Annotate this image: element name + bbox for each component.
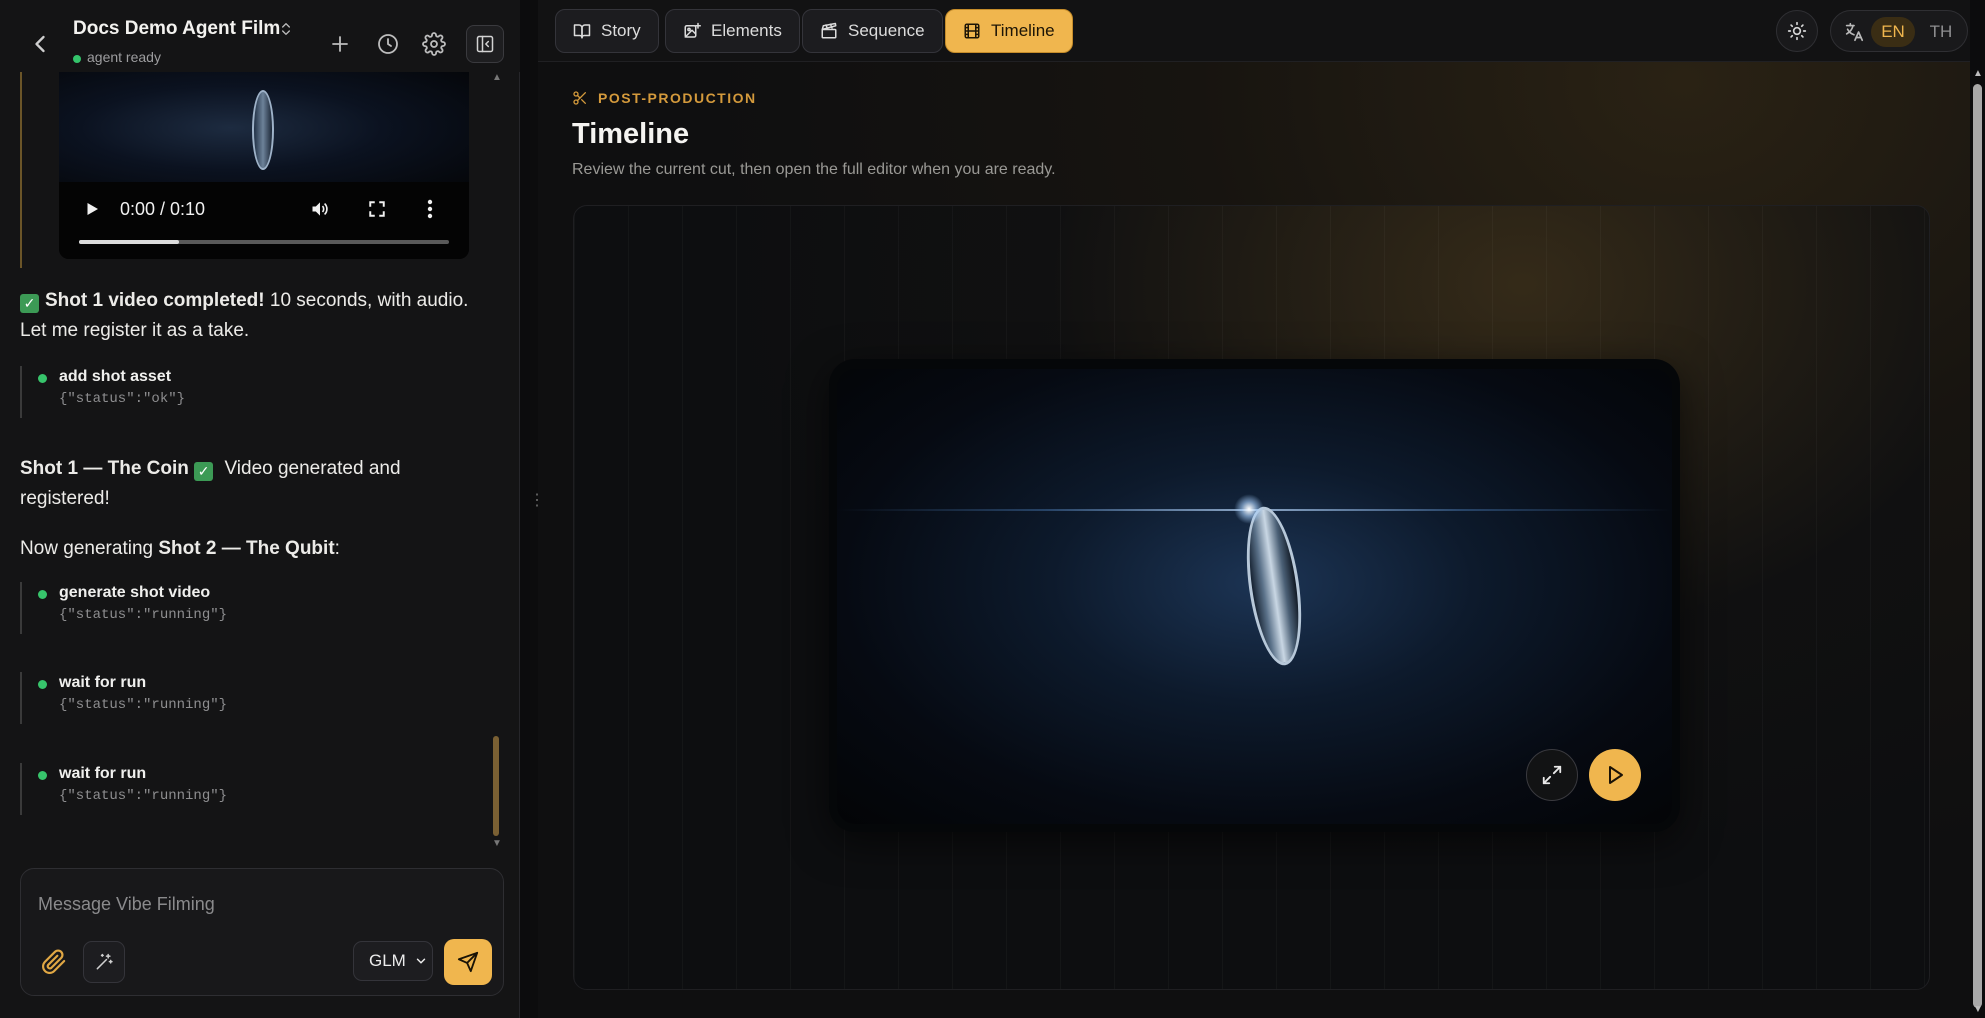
message-bold: Shot 1 — The Coin <box>20 458 189 479</box>
back-button[interactable] <box>26 30 54 58</box>
tool-result: {"status":"ok"} <box>59 391 186 407</box>
video-progress-track[interactable] <box>79 240 449 244</box>
message-composer: GLM <box>20 868 504 996</box>
tool-call: wait for run {"status":"running"} <box>20 672 500 724</box>
language-en-button[interactable]: EN <box>1871 17 1915 47</box>
status-dot <box>38 590 47 599</box>
theme-toggle-button[interactable] <box>1776 10 1818 52</box>
tab-label: Story <box>601 21 641 40</box>
tab-label: Elements <box>711 21 782 40</box>
chat-header: Docs Demo Agent Film agent ready <box>0 0 520 72</box>
sun-icon <box>1787 21 1807 41</box>
model-label: GLM <box>369 951 406 970</box>
chevron-updown-icon[interactable] <box>278 19 294 39</box>
tool-name: wait for run <box>59 674 147 691</box>
message-text: Now generating <box>20 538 159 559</box>
tool-name: generate shot video <box>59 584 211 601</box>
video-player[interactable]: 0:00 / 0:10 <box>59 72 469 259</box>
tool-result: {"status":"running"} <box>59 788 228 804</box>
film-icon <box>964 23 980 39</box>
language-th-button[interactable]: TH <box>1921 17 1961 47</box>
collapse-panel-button[interactable] <box>466 25 504 63</box>
top-navigation: Story Elements Sequence Timeline EN TH <box>538 0 1970 62</box>
chat-panel: Docs Demo Agent Film agent ready 0:00 / … <box>0 0 520 1018</box>
tab-sequence[interactable]: Sequence <box>802 9 943 53</box>
tool-call: add shot asset {"status":"ok"} <box>20 366 500 418</box>
message-accent-line <box>20 72 22 268</box>
scissors-icon <box>572 90 588 106</box>
settings-gear-icon[interactable] <box>422 32 446 56</box>
language-switcher: EN TH <box>1830 10 1968 52</box>
translate-icon <box>1843 21 1865 43</box>
scroll-up-arrow-icon[interactable]: ▲ <box>1973 68 1983 79</box>
page-subtitle: Review the current cut, then open the fu… <box>572 161 1056 178</box>
app-root: Docs Demo Agent Film agent ready 0:00 / … <box>0 0 1985 1018</box>
send-button[interactable] <box>444 939 492 985</box>
tool-name: wait for run <box>59 765 147 782</box>
coin-image <box>1238 503 1310 669</box>
project-title[interactable]: Docs Demo Agent Film <box>73 18 280 40</box>
coin-image <box>252 90 274 170</box>
more-options-icon[interactable] <box>427 199 433 219</box>
tool-result: {"status":"running"} <box>59 607 228 623</box>
video-time: 0:00 / 0:10 <box>120 199 206 219</box>
tool-name: add shot asset <box>59 368 172 385</box>
status-dot <box>38 374 47 383</box>
scrollbar-thumb[interactable] <box>1973 84 1982 1008</box>
tab-timeline[interactable]: Timeline <box>945 9 1073 53</box>
tab-label: Sequence <box>848 21 925 40</box>
play-icon <box>1609 766 1623 784</box>
message-text: : <box>334 538 340 559</box>
attach-paperclip-icon[interactable] <box>41 949 69 977</box>
fullscreen-icon[interactable] <box>368 200 386 218</box>
tool-call: wait for run {"status":"running"} <box>20 763 500 815</box>
scrollbar-thumb[interactable] <box>493 736 499 836</box>
volume-icon[interactable] <box>309 199 331 219</box>
history-clock-icon[interactable] <box>376 32 400 56</box>
video-progress-fill <box>79 240 179 244</box>
model-select[interactable]: GLM <box>353 941 433 981</box>
main-scrollbar[interactable]: ▲ ▼ <box>1970 62 1985 1018</box>
message-input[interactable] <box>38 891 478 917</box>
message-bold: Shot 1 video completed! <box>45 290 265 311</box>
chat-messages: 0:00 / 0:10 ✓ Shot 1 video completed! 10… <box>0 72 520 848</box>
expand-editor-button[interactable] <box>1526 749 1578 801</box>
page-title: Timeline <box>572 118 690 150</box>
timeline-preview-stage <box>573 205 1930 990</box>
chat-scrollbar[interactable]: ▲ ▼ <box>492 72 502 849</box>
panel-resize-handle[interactable]: ⋮ <box>529 493 545 521</box>
scroll-down-arrow-icon[interactable]: ▼ <box>1973 1004 1983 1015</box>
scroll-down-arrow-icon[interactable]: ▼ <box>492 838 502 849</box>
image-plus-icon <box>684 22 701 38</box>
main-area: Story Elements Sequence Timeline EN TH P… <box>538 0 1970 1018</box>
assistant-message: ✓ Shot 1 video completed! 10 seconds, wit… <box>20 286 480 346</box>
agent-status: agent ready <box>87 49 161 65</box>
status-dot <box>73 55 81 63</box>
tab-elements[interactable]: Elements <box>665 9 800 53</box>
scroll-up-arrow-icon[interactable]: ▲ <box>492 72 502 83</box>
assistant-message: Now generating Shot 2 — The Qubit: <box>20 534 480 564</box>
chevron-down-icon <box>416 958 426 964</box>
book-icon <box>573 24 591 39</box>
status-dot <box>38 680 47 689</box>
message-bold: Shot 2 — The Qubit <box>158 538 335 559</box>
checkmark-icon: ✓ <box>194 462 214 481</box>
tool-result: {"status":"running"} <box>59 697 228 713</box>
play-icon[interactable] <box>83 200 101 218</box>
light-glow <box>1234 494 1264 524</box>
video-controls: 0:00 / 0:10 <box>59 182 469 259</box>
section-kicker: POST-PRODUCTION <box>598 90 757 106</box>
tab-story[interactable]: Story <box>555 9 659 53</box>
status-dot <box>38 771 47 780</box>
checkmark-icon: ✓ <box>20 294 39 313</box>
tab-label: Timeline <box>991 21 1055 40</box>
expand-icon <box>1542 765 1562 785</box>
tool-call: generate shot video {"status":"running"} <box>20 582 500 634</box>
assistant-message: Shot 1 — The Coin ✓ Video generated and … <box>20 454 480 514</box>
magic-wand-button[interactable] <box>83 941 125 983</box>
play-button[interactable] <box>1589 749 1641 801</box>
new-chat-plus-icon[interactable] <box>328 32 352 56</box>
video-frame <box>59 72 469 182</box>
clapperboard-icon <box>821 22 837 39</box>
